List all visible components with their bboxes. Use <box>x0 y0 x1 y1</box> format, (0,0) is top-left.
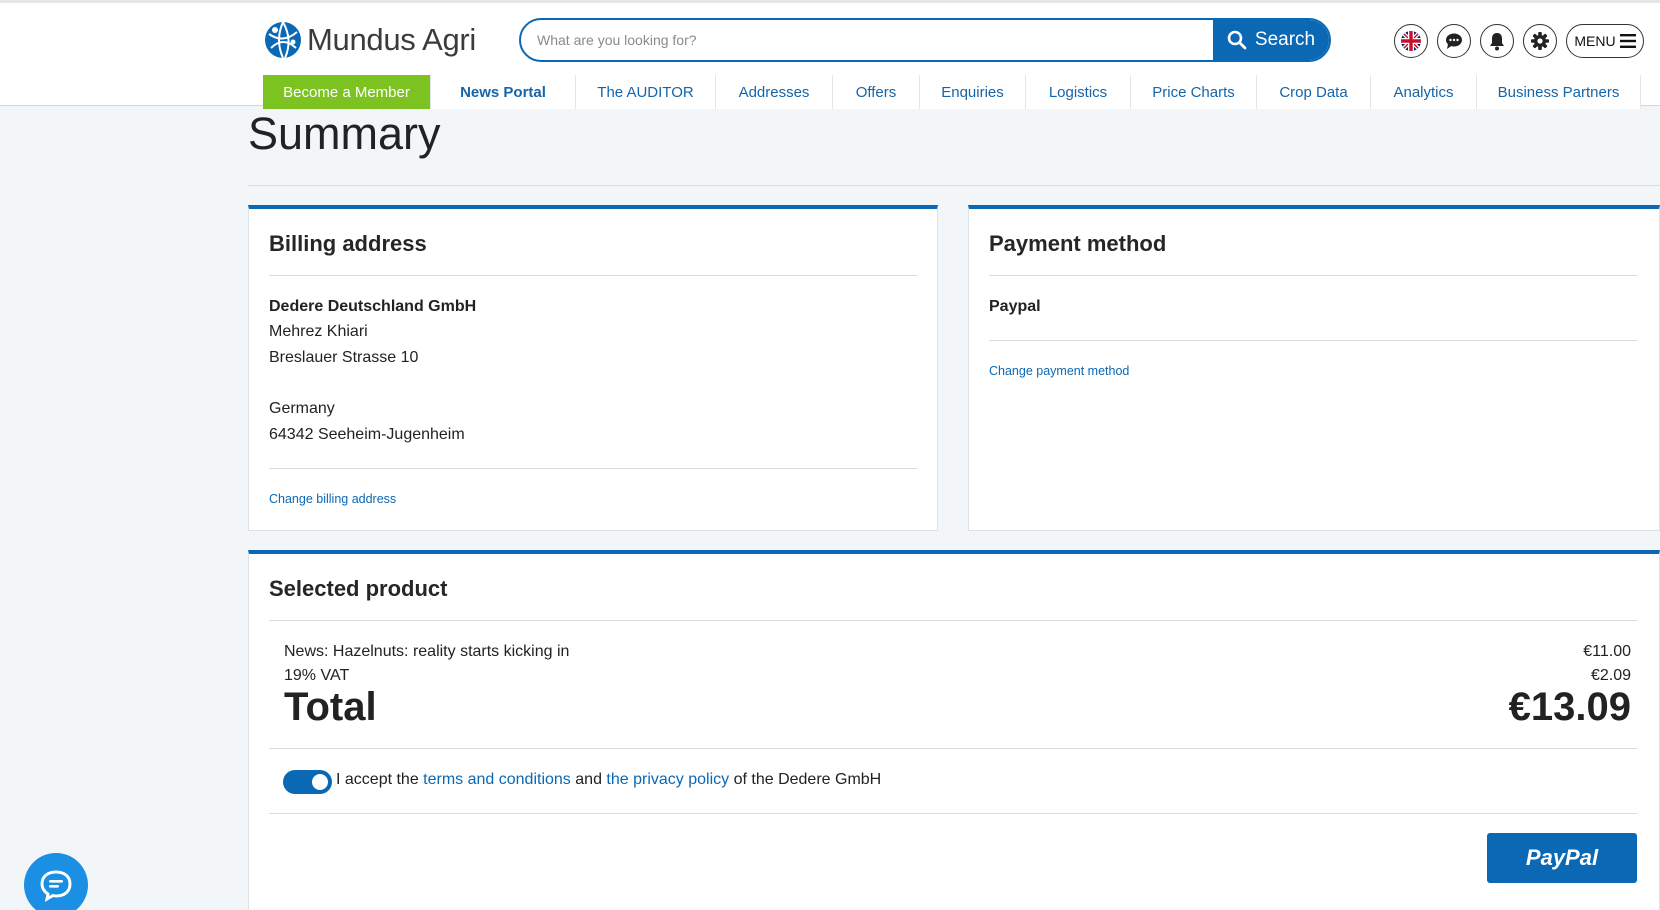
terms-and: and <box>575 771 602 788</box>
privacy-policy-link[interactable]: the privacy policy <box>606 771 729 788</box>
search-bar: Search <box>519 18 1331 62</box>
title-divider <box>248 185 1660 186</box>
search-icon <box>1227 30 1247 50</box>
payment-divider-top <box>989 275 1637 276</box>
payment-method-value: Paypal <box>989 298 1041 315</box>
total-label: Total <box>284 685 377 729</box>
nav-the-auditor[interactable]: The AUDITOR <box>576 75 716 109</box>
billing-name: Mehrez Khiari <box>269 323 368 340</box>
payment-heading: Payment method <box>989 231 1167 256</box>
billing-address-card: Billing address Dedere Deutschland GmbH … <box>248 205 938 531</box>
vat-label: 19% VAT <box>284 667 350 684</box>
nav-price-charts[interactable]: Price Charts <box>1131 75 1257 109</box>
settings-button[interactable] <box>1523 24 1557 58</box>
terms-prefix: I accept the <box>336 771 419 788</box>
nav-analytics[interactable]: Analytics <box>1371 75 1477 109</box>
paypal-label: PayPal <box>1525 845 1599 870</box>
logo[interactable]: Mundus Agri <box>263 17 476 63</box>
billing-heading: Billing address <box>269 231 427 256</box>
total-price: €13.09 <box>1508 685 1631 729</box>
product-divider-mid <box>269 748 1637 749</box>
toggle-knob <box>312 774 328 790</box>
page-title: Summary <box>248 108 441 159</box>
selected-product-card: Selected product News: Hazelnuts: realit… <box>248 550 1660 910</box>
notifications-button[interactable] <box>1480 24 1514 58</box>
messages-button[interactable] <box>1437 24 1471 58</box>
gear-icon <box>1531 32 1549 50</box>
menu-label: MENU <box>1574 33 1616 49</box>
billing-country: Germany <box>269 400 335 417</box>
chat-support-icon <box>40 870 72 902</box>
billing-divider-top <box>269 275 917 276</box>
search-input[interactable] <box>521 20 1213 60</box>
billing-city: 64342 Seeheim-Jugenheim <box>269 426 465 443</box>
nav-news-portal[interactable]: News Portal <box>431 75 576 109</box>
billing-company: Dedere Deutschland GmbH <box>269 298 477 315</box>
nav-logistics[interactable]: Logistics <box>1026 75 1131 109</box>
nav-business-partners[interactable]: Business Partners <box>1477 75 1641 109</box>
terms-suffix: of the Dedere GmbH <box>733 771 882 788</box>
nav-addresses[interactable]: Addresses <box>716 75 833 109</box>
main-nav: Become a Member News Portal The AUDITOR … <box>263 75 1641 109</box>
logo-text: Mundus Agri <box>307 22 477 57</box>
product-item-label: News: Hazelnuts: reality starts kicking … <box>284 643 570 660</box>
vat-price: €2.09 <box>1590 667 1631 684</box>
nav-crop-data[interactable]: Crop Data <box>1257 75 1371 109</box>
globe-logo-icon <box>265 21 301 59</box>
billing-street: Breslauer Strasse 10 <box>269 349 419 366</box>
nav-become-member[interactable]: Become a Member <box>263 75 431 109</box>
payment-divider-bottom <box>989 340 1637 341</box>
payment-method-card: Payment method Paypal Change payment met… <box>968 205 1660 531</box>
product-item-price: €11.00 <box>1583 643 1631 660</box>
nav-offers[interactable]: Offers <box>833 75 920 109</box>
change-payment-method-link[interactable]: Change payment method <box>989 364 1129 378</box>
terms-and-conditions-link[interactable]: terms and conditions <box>423 771 571 788</box>
terms-acceptance-text: I accept the terms and conditions and th… <box>336 770 881 790</box>
chat-icon <box>1446 33 1462 49</box>
search-button-label: Search <box>1254 29 1316 50</box>
change-billing-address-link[interactable]: Change billing address <box>269 492 396 506</box>
product-divider-bottom <box>269 813 1637 814</box>
product-heading: Selected product <box>269 576 448 601</box>
billing-divider-bottom <box>269 468 917 469</box>
uk-flag-icon <box>1401 31 1421 51</box>
hamburger-icon <box>1619 34 1636 48</box>
paypal-button[interactable]: PayPal <box>1487 833 1637 883</box>
terms-toggle[interactable] <box>283 770 332 794</box>
bell-icon <box>1490 33 1504 51</box>
menu-button[interactable]: MENU <box>1566 24 1644 58</box>
nav-enquiries[interactable]: Enquiries <box>920 75 1026 109</box>
chat-widget-button[interactable] <box>24 853 88 910</box>
language-button[interactable] <box>1394 24 1428 58</box>
site-header: Mundus Agri Search <box>0 0 1660 109</box>
search-button[interactable]: Search <box>1213 20 1329 60</box>
product-divider-top <box>269 620 1637 621</box>
